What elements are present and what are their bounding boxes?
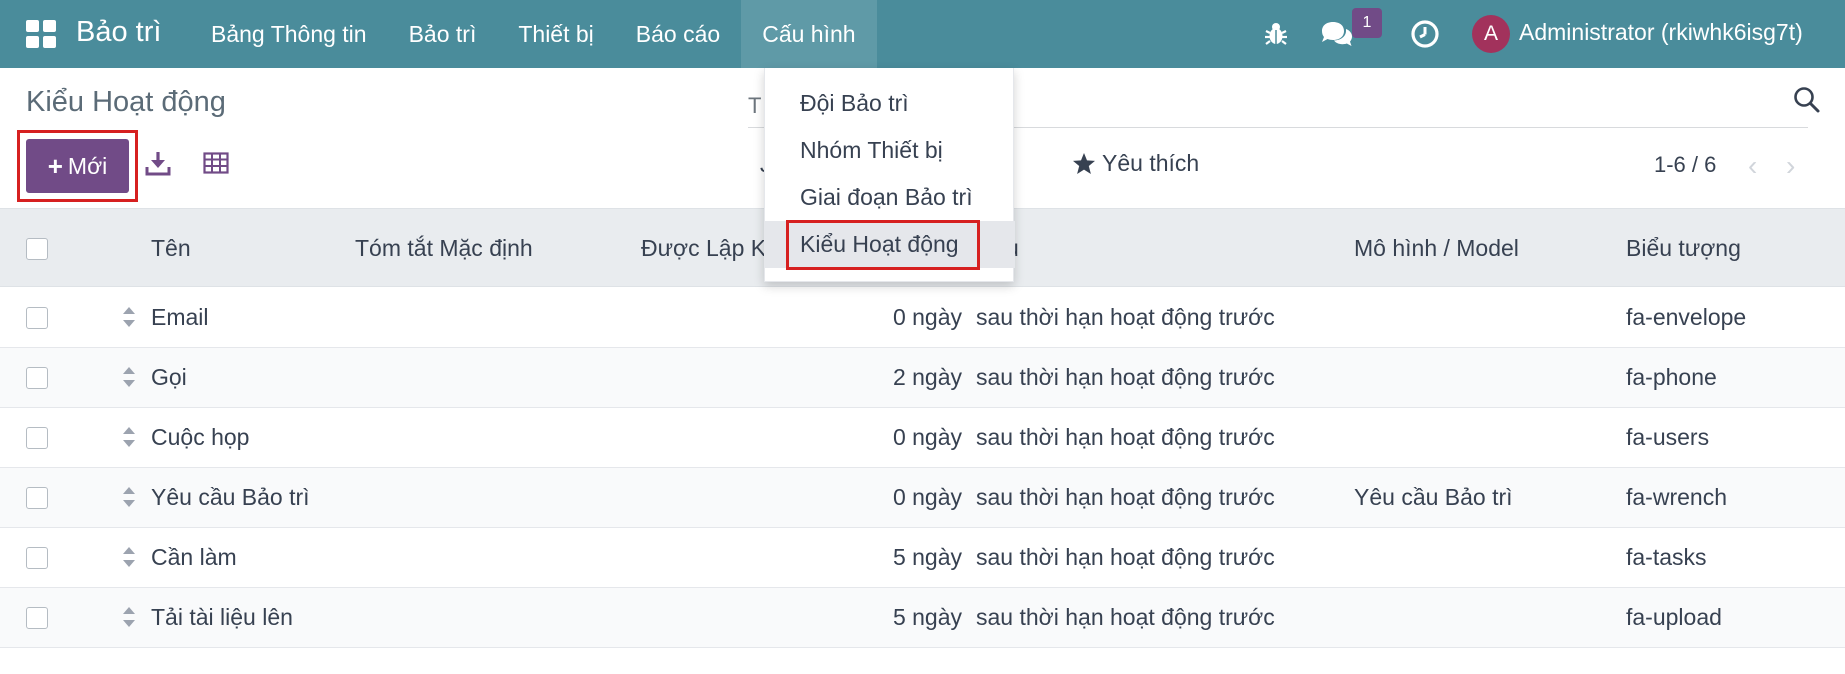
row-delay-from: sau thời hạn hoạt động trước (976, 304, 1275, 330)
spreadsheet-icon[interactable] (203, 152, 229, 174)
menu-maintenance[interactable]: Bảo trì (388, 0, 498, 68)
sort-handle-icon[interactable] (121, 424, 137, 450)
row-delay: 5 ngày (892, 544, 962, 570)
page-title: Kiểu Hoạt động (26, 86, 226, 118)
row-name: Yêu cầu Bảo trì (151, 484, 310, 510)
chat-count-badge: 1 (1352, 8, 1382, 38)
table-row[interactable]: Cuộc họp 0 ngày sau thời hạn hoạt động t… (0, 408, 1845, 468)
new-button[interactable]: + Mới (26, 139, 129, 193)
search-icon[interactable] (1792, 85, 1822, 115)
row-delay-from: sau thời hạn hoạt động trước (976, 544, 1275, 570)
row-delay: 0 ngày (892, 424, 962, 450)
row-name: Cuộc họp (151, 424, 250, 450)
table-row[interactable]: Gọi 2 ngày sau thời hạn hoạt động trước … (0, 348, 1845, 408)
chat-icon[interactable] (1320, 0, 1354, 68)
col-default-summary[interactable]: Tóm tắt Mặc định (355, 235, 533, 262)
row-name: Gọi (151, 364, 187, 390)
row-delay: 0 ngày (892, 304, 962, 330)
table-row[interactable]: Tải tài liệu lên 5 ngày sau thời hạn hoạ… (0, 588, 1845, 648)
download-icon[interactable] (145, 150, 171, 176)
row-checkbox[interactable] (26, 547, 48, 569)
row-icon: fa-wrench (1626, 484, 1727, 510)
sort-handle-icon[interactable] (121, 304, 137, 330)
row-name: Cần làm (151, 544, 237, 570)
row-checkbox[interactable] (26, 427, 48, 449)
row-delay: 2 ngày (892, 364, 962, 390)
sort-handle-icon[interactable] (121, 484, 137, 510)
apps-icon[interactable] (26, 20, 56, 48)
star-icon (1073, 153, 1095, 174)
plus-icon: + (47, 150, 63, 181)
favorites-label: Yêu thích (1102, 150, 1200, 176)
row-name: Tải tài liệu lên (151, 604, 293, 630)
sort-handle-icon[interactable] (121, 604, 137, 630)
row-checkbox[interactable] (26, 487, 48, 509)
table-row[interactable]: Yêu cầu Bảo trì 0 ngày sau thời hạn hoạt… (0, 468, 1845, 528)
row-delay-from: sau thời hạn hoạt động trước (976, 604, 1275, 630)
pager-next-icon[interactable]: › (1786, 150, 1795, 182)
row-icon: fa-phone (1626, 364, 1717, 390)
dropdown-item-equipment-categories[interactable]: Nhóm Thiết bị (765, 127, 1015, 174)
row-icon: fa-upload (1626, 604, 1722, 630)
user-avatar[interactable]: A (1472, 15, 1510, 53)
sort-handle-icon[interactable] (121, 544, 137, 570)
col-model[interactable]: Mô hình / Model (1354, 235, 1519, 262)
menu-configuration[interactable]: Cấu hình (741, 0, 877, 68)
table-row[interactable]: Cần làm 5 ngày sau thời hạn hoạt động tr… (0, 528, 1845, 588)
pager-previous-icon[interactable]: ‹ (1748, 150, 1757, 182)
row-delay-from: sau thời hạn hoạt động trước (976, 364, 1275, 390)
col-name[interactable]: Tên (151, 235, 191, 262)
menu-reporting[interactable]: Báo cáo (615, 0, 741, 68)
sort-handle-icon[interactable] (121, 364, 137, 390)
row-delay: 0 ngày (892, 484, 962, 510)
row-icon: fa-envelope (1626, 304, 1747, 330)
row-checkbox[interactable] (26, 607, 48, 629)
menu-dashboard[interactable]: Bảng Thông tin (190, 0, 388, 68)
row-delay: 5 ngày (892, 604, 962, 630)
row-checkbox[interactable] (26, 367, 48, 389)
menu-equipment[interactable]: Thiết bị (497, 0, 614, 68)
col-planned[interactable]: Được Lập K (641, 235, 766, 262)
col-icon[interactable]: Biểu tượng (1626, 235, 1741, 262)
row-icon: fa-tasks (1626, 544, 1707, 570)
app-brand[interactable]: Bảo trì (76, 16, 161, 49)
dropdown-item-maintenance-teams[interactable]: Đội Bảo trì (765, 80, 1015, 127)
select-all-checkbox[interactable] (26, 238, 48, 260)
new-button-label: Mới (67, 152, 108, 179)
clock-icon[interactable] (1410, 0, 1440, 68)
main-menu: Bảng Thông tin Bảo trì Thiết bị Báo cáo … (190, 0, 877, 68)
row-name: Email (151, 304, 209, 330)
favorites-toggle[interactable]: Yêu thích (1072, 150, 1199, 177)
table-row[interactable]: Email 0 ngày sau thời hạn hoạt động trướ… (0, 288, 1845, 348)
row-delay-from: sau thời hạn hoạt động trước (976, 484, 1275, 510)
bug-icon[interactable] (1264, 0, 1288, 68)
row-checkbox[interactable] (26, 307, 48, 329)
pager-value[interactable]: 1-6 / 6 (1654, 152, 1716, 178)
row-icon: fa-users (1626, 424, 1710, 450)
dropdown-item-maintenance-stages[interactable]: Giai đoạn Bảo trì (765, 174, 1015, 221)
search-placeholder: T (748, 93, 762, 118)
highlight-frame-activity-types (786, 220, 980, 270)
row-delay-from: sau thời hạn hoạt động trước (976, 424, 1275, 450)
top-navbar: Bảo trì Bảng Thông tin Bảo trì Thiết bị … (0, 0, 1845, 68)
row-model: Yêu cầu Bảo trì (1354, 484, 1513, 510)
user-menu[interactable]: Administrator (rkiwhk6isg7t) (1519, 19, 1803, 46)
